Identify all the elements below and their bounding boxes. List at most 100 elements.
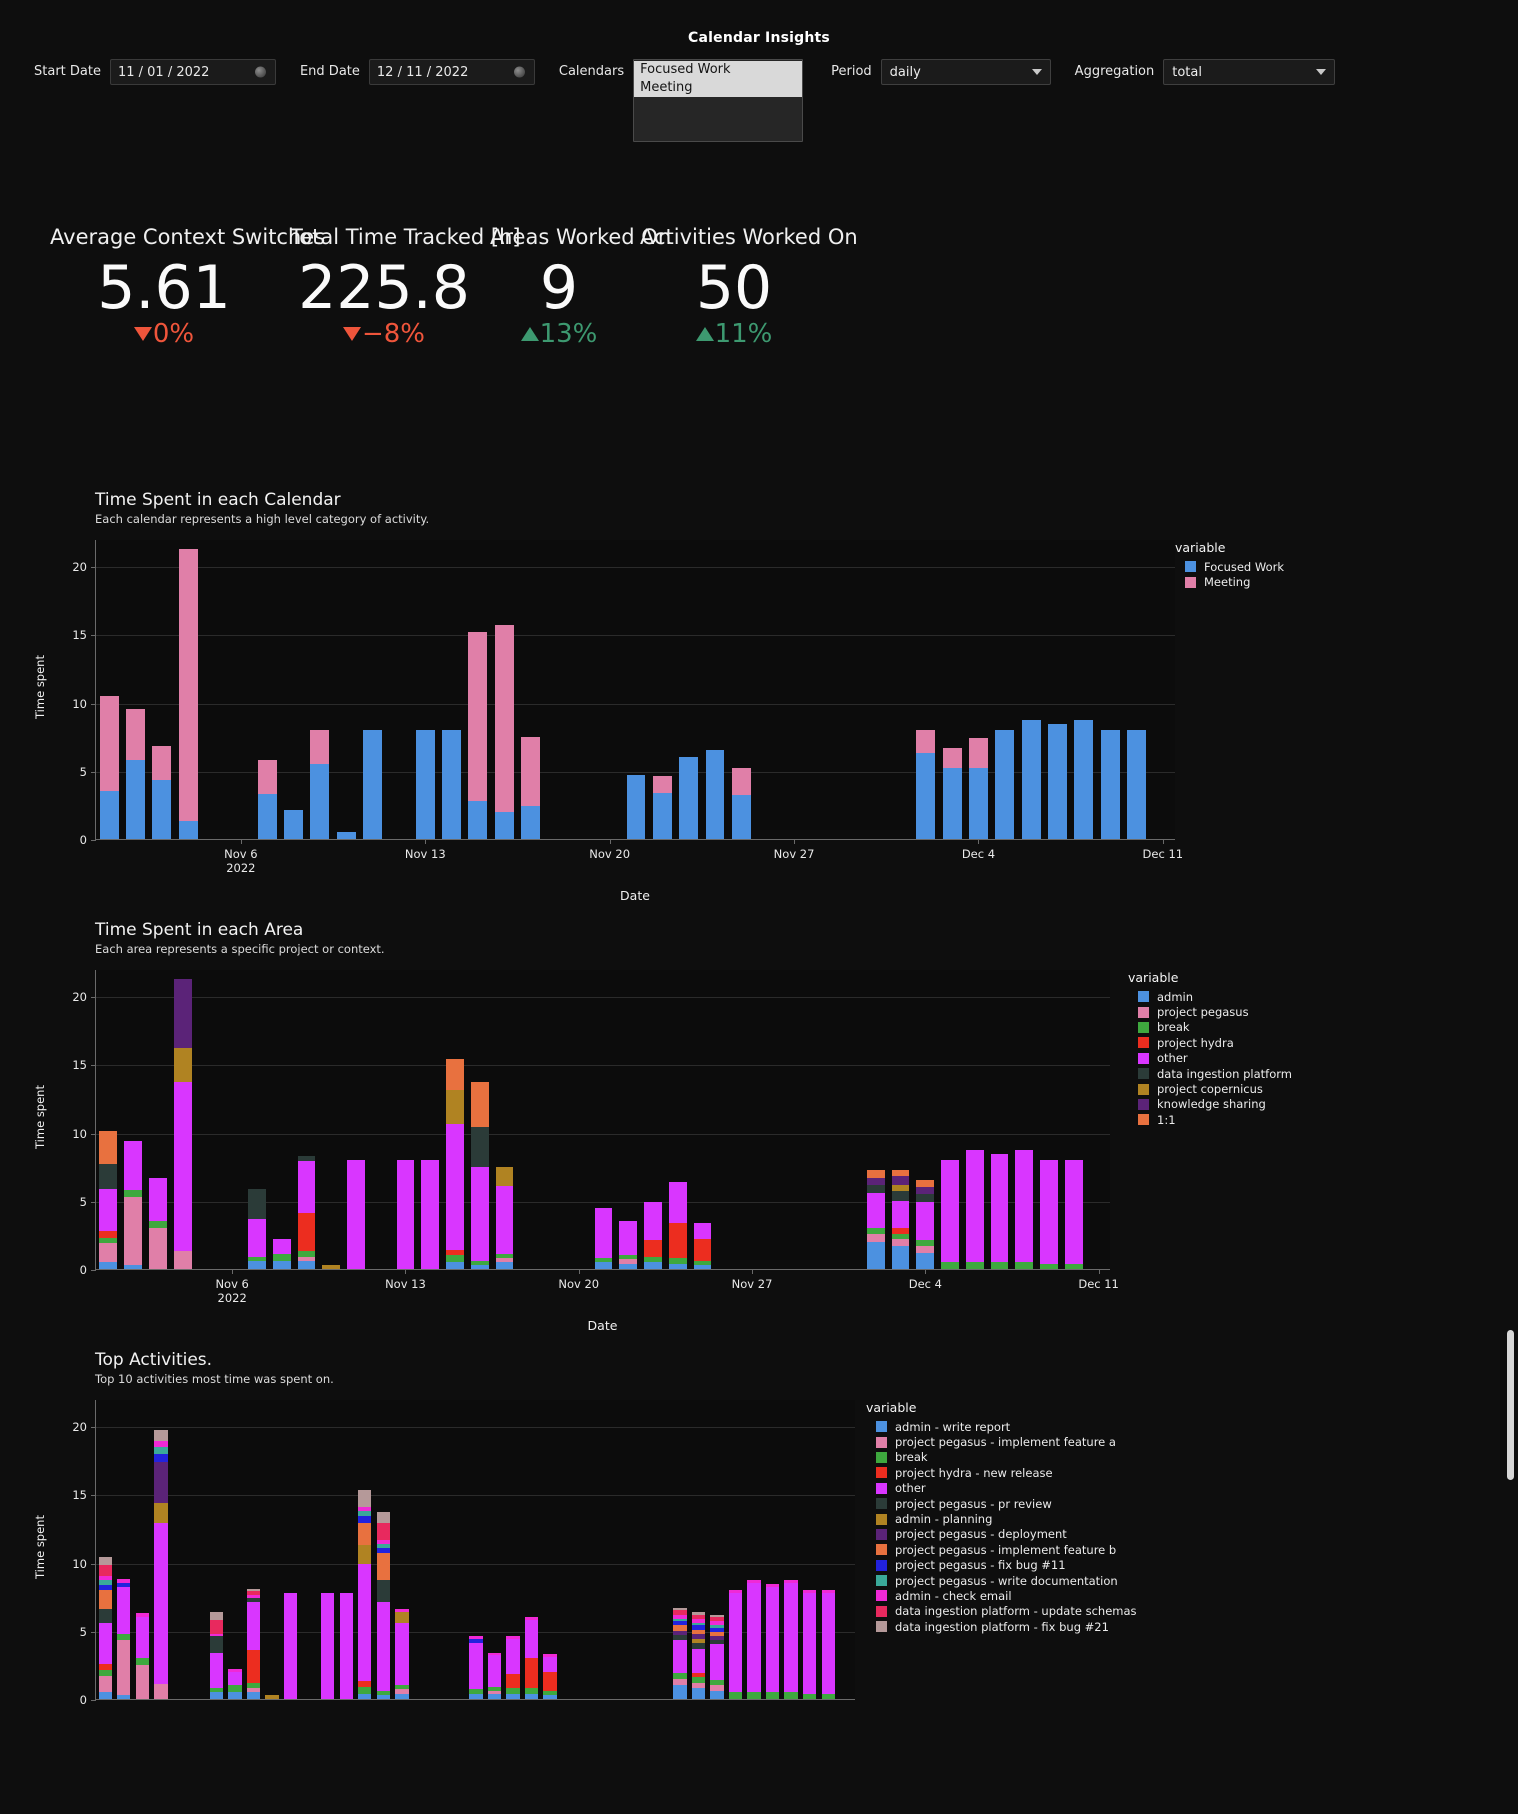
bar[interactable] <box>126 709 145 839</box>
bar[interactable] <box>209 1611 224 1699</box>
bar[interactable] <box>710 1614 724 1699</box>
bar[interactable] <box>524 1617 539 1699</box>
bar[interactable] <box>376 1512 390 1699</box>
bar[interactable] <box>154 1430 168 1699</box>
bar[interactable] <box>1047 724 1067 839</box>
bar[interactable] <box>784 1580 798 1699</box>
legend-item[interactable]: Meeting <box>1175 574 1284 589</box>
bar[interactable] <box>1127 729 1146 839</box>
bar[interactable] <box>152 746 172 839</box>
bar[interactable] <box>363 729 383 839</box>
bar[interactable] <box>442 729 462 839</box>
bar[interactable] <box>679 757 699 839</box>
legend-item[interactable]: data ingestion platform - update schemas <box>866 1604 1137 1619</box>
bar[interactable] <box>117 1579 131 1699</box>
bar[interactable] <box>468 631 488 839</box>
bar[interactable] <box>421 1159 440 1269</box>
bar[interactable] <box>891 1169 910 1269</box>
legend-item[interactable]: project pegasus - fix bug #11 <box>866 1558 1137 1573</box>
bar[interactable] <box>1015 1150 1034 1269</box>
bar[interactable] <box>1064 1159 1083 1269</box>
legend-item[interactable]: project hydra <box>1128 1035 1292 1050</box>
bar[interactable] <box>283 1592 298 1699</box>
bar[interactable] <box>495 1166 514 1269</box>
bar[interactable] <box>866 1169 885 1269</box>
bar[interactable] <box>705 750 725 839</box>
bar[interactable] <box>728 1589 743 1699</box>
bar[interactable] <box>1040 1159 1058 1269</box>
bar[interactable] <box>272 1239 291 1269</box>
bar[interactable] <box>668 1181 687 1269</box>
bar[interactable] <box>916 1180 935 1269</box>
legend-item[interactable]: data ingestion platform - fix bug #21 <box>866 1619 1137 1634</box>
legend-item[interactable]: project pegasus - implement feature b <box>866 1542 1137 1557</box>
legend-item[interactable]: admin - planning <box>866 1511 1137 1526</box>
bar[interactable] <box>521 736 541 839</box>
legend-item[interactable]: admin <box>1128 989 1292 1004</box>
bar[interactable] <box>246 1588 261 1699</box>
aggregation-select[interactable]: total <box>1163 59 1336 85</box>
bar[interactable] <box>747 1580 761 1699</box>
legend-item[interactable]: other <box>1128 1051 1292 1066</box>
bar[interactable] <box>506 1636 520 1699</box>
bar[interactable] <box>487 1652 502 1699</box>
bar[interactable] <box>731 768 751 839</box>
bar[interactable] <box>396 1159 415 1269</box>
legend-item[interactable]: break <box>866 1450 1137 1465</box>
bar[interactable] <box>693 1222 712 1269</box>
bar[interactable] <box>135 1613 149 1699</box>
bar[interactable] <box>395 1609 409 1699</box>
period-select[interactable]: daily <box>880 59 1051 85</box>
bar[interactable] <box>594 1207 613 1269</box>
legend-item[interactable]: knowledge sharing <box>1128 1097 1292 1112</box>
legend-item[interactable]: Focused Work <box>1175 559 1284 574</box>
legend-item[interactable]: project pegasus - implement feature a <box>866 1434 1137 1449</box>
bar[interactable] <box>802 1589 817 1699</box>
end-date-input[interactable]: 12 / 11 / 2022 <box>368 59 535 85</box>
bar[interactable] <box>358 1490 372 1699</box>
bar[interactable] <box>284 810 304 839</box>
bar[interactable] <box>1100 729 1120 839</box>
bar[interactable] <box>415 729 435 839</box>
bar[interactable] <box>321 1592 335 1699</box>
bar[interactable] <box>469 1636 483 1699</box>
bar[interactable] <box>178 548 198 839</box>
bar[interactable] <box>626 774 646 839</box>
bar[interactable] <box>347 1159 365 1269</box>
bar[interactable] <box>446 1059 464 1269</box>
bar[interactable] <box>942 747 962 839</box>
legend-item[interactable]: project copernicus <box>1128 1081 1292 1096</box>
calendar-icon[interactable] <box>513 66 525 78</box>
legend-item[interactable]: data ingestion platform <box>1128 1066 1292 1081</box>
bar[interactable] <box>99 695 119 839</box>
bar[interactable] <box>339 1592 353 1699</box>
bar[interactable] <box>310 729 330 839</box>
bar[interactable] <box>494 624 514 839</box>
bar[interactable] <box>322 1264 341 1269</box>
legend-item[interactable]: project pegasus - pr review <box>866 1496 1137 1511</box>
bar[interactable] <box>990 1154 1009 1269</box>
bar[interactable] <box>691 1611 706 1699</box>
legend-item[interactable]: admin - write report <box>866 1419 1137 1434</box>
bar[interactable] <box>173 978 192 1269</box>
bar[interactable] <box>336 832 356 839</box>
legend-item[interactable]: 1:1 <box>1128 1112 1292 1127</box>
legend-item[interactable]: other <box>866 1481 1137 1496</box>
bar[interactable] <box>99 1131 118 1269</box>
bar[interactable] <box>644 1202 662 1269</box>
bar[interactable] <box>470 1082 489 1269</box>
bar[interactable] <box>248 1188 266 1269</box>
legend-item[interactable]: project pegasus - deployment <box>866 1527 1137 1542</box>
bar[interactable] <box>265 1694 279 1699</box>
bar[interactable] <box>124 1140 143 1269</box>
bar[interactable] <box>916 729 936 839</box>
bar[interactable] <box>821 1589 835 1699</box>
legend-item[interactable]: break <box>1128 1020 1292 1035</box>
calendars-option[interactable]: Meeting <box>634 79 803 97</box>
legend-item[interactable]: project pegasus - write documentation <box>866 1573 1137 1588</box>
bar[interactable] <box>1074 720 1094 839</box>
bar[interactable] <box>148 1177 167 1269</box>
bar[interactable] <box>968 738 988 839</box>
bar[interactable] <box>673 1607 687 1699</box>
legend-item[interactable]: project hydra - new release <box>866 1465 1137 1480</box>
